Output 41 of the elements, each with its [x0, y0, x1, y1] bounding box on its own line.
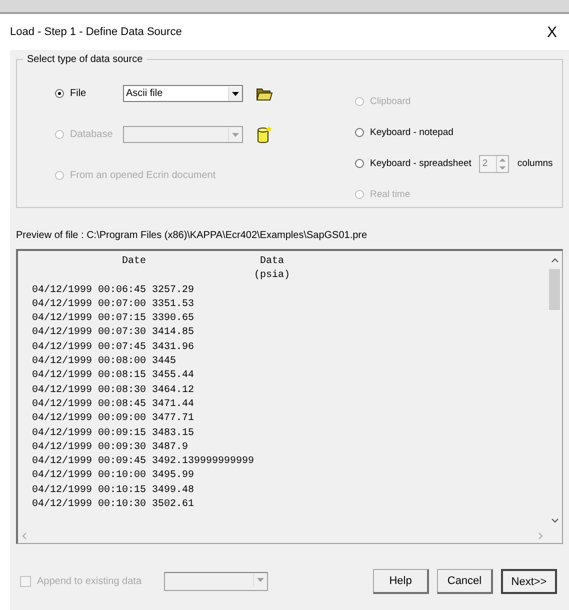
radio-button[interactable]: Keyboard - spreadsheet — [355, 158, 472, 169]
radio-button[interactable]: Keyboard - notepad — [355, 127, 454, 138]
scroll-up-icon[interactable] — [550, 257, 558, 263]
data-line: 04/12/1999 00:10:30 3502.61 — [32, 498, 196, 512]
data-line: 04/12/1999 00:10:15 3499.48 — [32, 484, 196, 498]
columns-spinner[interactable]: 2 — [479, 154, 510, 172]
database-icon[interactable] — [255, 124, 273, 144]
dialog-button[interactable]: Cancel — [437, 569, 493, 594]
columns-label: columns — [517, 158, 553, 169]
preview-label: Preview of file : C:\Program Files (x86)\KAPPA\Ecr402\Examples\SapGS01.pre — [16, 230, 368, 241]
scrollbar-thumb[interactable] — [549, 269, 560, 310]
data-line: 04/12/1999 00:07:00 3351.53 — [32, 298, 196, 312]
dropdown-arrow-icon[interactable] — [232, 92, 239, 96]
append-dropdown[interactable] — [164, 572, 268, 591]
radio-button[interactable]: File — [55, 88, 123, 99]
data-line: 04/12/1999 00:08:45 3471.44 — [32, 398, 196, 412]
data-line: 04/12/1999 00:09:00 3477.71 — [32, 412, 196, 426]
data-line: 04/12/1999 00:07:30 3414.85 — [32, 326, 196, 340]
data-line: 04/12/1999 00:09:15 3483.15 — [32, 426, 196, 441]
close-button[interactable]: X — [542, 24, 561, 40]
append-label: Append to existing data — [37, 576, 142, 587]
data-line: 04/12/1999 00:07:15 3390.65 — [32, 312, 196, 326]
window-title: Load - Step 1 - Define Data Source — [10, 26, 182, 38]
data-line: 04/12/1999 00:09:30 3487.9 — [32, 440, 190, 455]
data-line: 04/12/1999 00:10:00 3495.99 — [32, 469, 196, 484]
column-unit: (psia) — [254, 269, 290, 284]
dialog-button[interactable]: Next>> — [501, 569, 557, 594]
data-line: 04/12/1999 00:09:45 3492.139999999999 — [32, 455, 256, 470]
scroll-down-icon[interactable] — [550, 518, 558, 524]
scroll-left-icon[interactable] — [21, 532, 27, 540]
column-header: Date — [122, 255, 148, 269]
data-line: 04/12/1999 00:06:45 3257.29 — [32, 284, 196, 298]
type-dropdown[interactable]: Ascii file — [123, 85, 243, 102]
column-header: Data — [260, 255, 284, 269]
data-line: 04/12/1999 00:07:45 3431.96 — [32, 340, 196, 355]
dialog-button[interactable]: Help — [373, 569, 429, 594]
data-line: 04/12/1999 00:08:15 3455.44 — [32, 369, 196, 384]
data-line: 04/12/1999 00:08:30 3464.12 — [32, 384, 196, 398]
data-line: 04/12/1999 00:08:00 3445 — [32, 355, 178, 370]
scroll-right-icon[interactable] — [538, 532, 544, 540]
group-title: Select type of data source — [26, 54, 144, 65]
